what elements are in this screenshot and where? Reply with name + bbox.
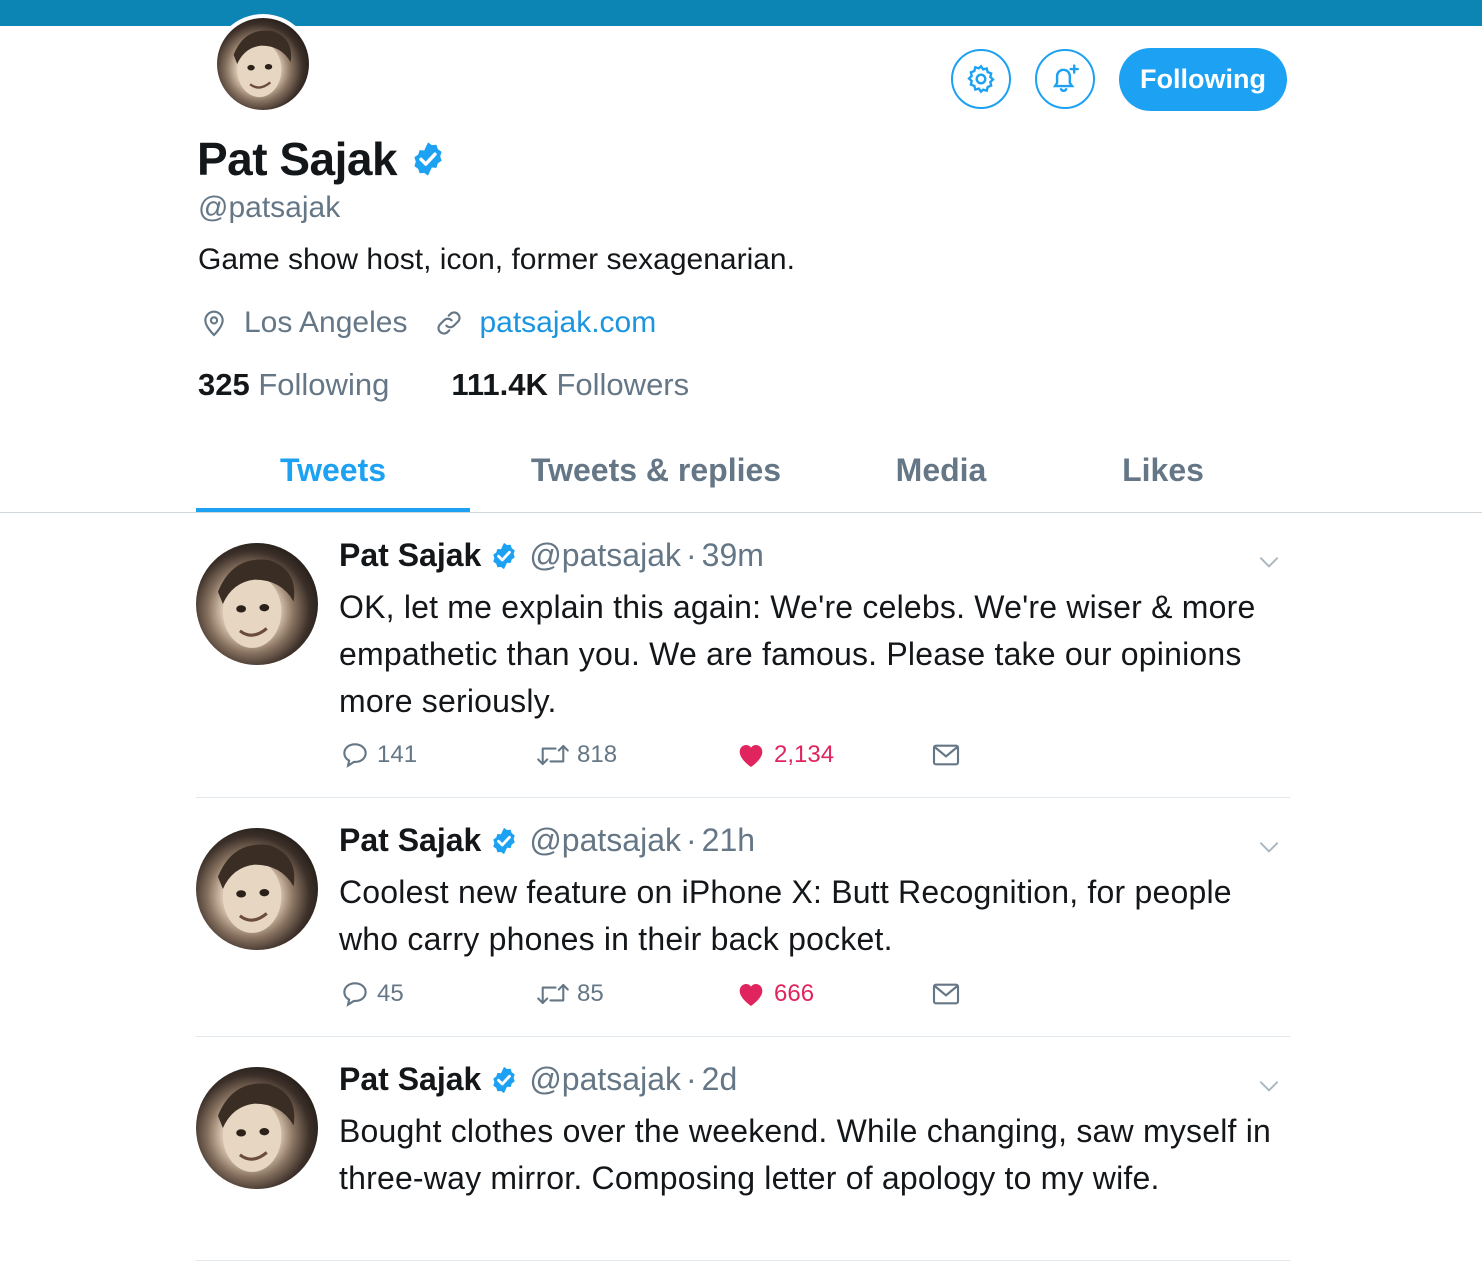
separator-dot: · — [685, 822, 697, 858]
gear-icon — [967, 64, 995, 94]
followers-count: 111.4K — [451, 367, 548, 402]
tweet-divider — [196, 1260, 1290, 1261]
like-button[interactable]: 666 — [734, 978, 814, 1010]
profile-website-link[interactable]: patsajak.com — [479, 306, 656, 340]
tweet-author-name[interactable]: Pat Sajak — [339, 537, 481, 574]
tweet-timestamp[interactable]: 2d — [702, 1061, 738, 1098]
retweet-button[interactable]: 85 — [535, 978, 604, 1010]
reply-count: 45 — [377, 980, 404, 1007]
envelope-icon — [932, 983, 960, 1005]
like-button[interactable]: 2,134 — [734, 739, 834, 771]
heart-icon — [739, 745, 763, 767]
profile-handle: @patsajak — [198, 191, 341, 224]
verified-badge-icon — [493, 542, 516, 569]
profile-tabs: Tweets Tweets & replies Media Likes — [196, 446, 1289, 512]
separator-dot: · — [685, 537, 697, 573]
tweet-timestamp[interactable]: 39m — [702, 537, 764, 574]
profile-counts: 325 Following 111.4K Followers — [198, 367, 689, 403]
reply-button[interactable]: 141 — [339, 739, 417, 771]
tweet-divider — [196, 797, 1290, 798]
reply-count: 141 — [377, 741, 418, 768]
direct-message-button[interactable] — [929, 978, 963, 1010]
separator-dot: · — [685, 1061, 697, 1097]
chevron-down-icon[interactable] — [1256, 549, 1282, 575]
following-count: 325 — [198, 367, 250, 402]
tab-likes[interactable]: Likes — [1066, 446, 1260, 512]
tweet-avatar[interactable] — [196, 1067, 318, 1189]
retweet-count: 85 — [577, 980, 604, 1007]
tweet-divider — [196, 1036, 1290, 1037]
tab-tweets[interactable]: Tweets — [196, 446, 470, 512]
tweet-avatar[interactable] — [196, 543, 318, 665]
like-count: 666 — [774, 980, 815, 1007]
followers-label: Followers — [556, 367, 690, 402]
following-label: Following — [258, 367, 390, 402]
heart-icon — [739, 984, 763, 1006]
profile-name-row: Pat Sajak — [197, 132, 447, 186]
tab-tweets-replies[interactable]: Tweets & replies — [506, 446, 806, 512]
tweet-author-handle[interactable]: @patsajak — [529, 822, 681, 859]
retweet-button[interactable]: 818 — [535, 739, 617, 771]
following-button[interactable]: Following — [1119, 48, 1287, 111]
retweet-count: 818 — [577, 741, 618, 768]
bell-plus-icon — [1052, 64, 1079, 92]
following-count-link[interactable]: 325 Following — [198, 367, 389, 403]
profile-location: Los Angeles — [244, 306, 408, 339]
retweet-icon — [537, 983, 569, 1005]
profile-bio: Game show host, icon, former sexagenaria… — [198, 243, 795, 276]
tabs-divider — [0, 512, 1482, 513]
envelope-icon — [932, 744, 960, 766]
tweet-author-handle[interactable]: @patsajak — [529, 1061, 681, 1098]
profile-meta: Los Angeles patsajak.com — [198, 306, 656, 340]
tweet-text: Coolest new feature on iPhone X: Butt Re… — [339, 874, 1232, 957]
chevron-down-icon[interactable] — [1256, 834, 1282, 860]
link-icon — [437, 311, 462, 335]
reply-button[interactable]: 45 — [339, 978, 404, 1010]
reply-icon — [343, 982, 367, 1007]
tweet-header: Pat Sajak @patsajak · 21h — [339, 822, 755, 859]
tweet-header: Pat Sajak @patsajak · 39m — [339, 537, 764, 574]
like-count: 2,134 — [774, 741, 835, 768]
location-pin-icon — [204, 310, 224, 337]
verified-badge-icon — [493, 827, 516, 854]
tweet-author-name[interactable]: Pat Sajak — [339, 822, 481, 859]
verified-badge-icon — [414, 142, 442, 176]
tweet-text: Bought clothes over the weekend. While c… — [339, 1113, 1272, 1196]
status-bar — [0, 0, 1482, 26]
profile-avatar[interactable] — [213, 14, 313, 114]
tweet-header: Pat Sajak @patsajak · 2d — [339, 1061, 737, 1098]
verified-badge-icon — [493, 1066, 516, 1093]
direct-message-button[interactable] — [929, 739, 963, 771]
tweet-text: OK, let me explain this again: We're cel… — [339, 589, 1256, 719]
settings-button[interactable] — [951, 49, 1011, 109]
tweet-author-handle[interactable]: @patsajak — [529, 537, 681, 574]
profile-name: Pat Sajak — [197, 133, 398, 185]
tweet-author-name[interactable]: Pat Sajak — [339, 1061, 481, 1098]
chevron-down-icon[interactable] — [1256, 1073, 1282, 1099]
notifications-button[interactable] — [1035, 49, 1095, 109]
followers-count-link[interactable]: 111.4K Followers — [451, 367, 689, 403]
tweet-avatar[interactable] — [196, 828, 318, 950]
tweet-timestamp[interactable]: 21h — [702, 822, 755, 859]
reply-icon — [343, 743, 367, 768]
retweet-icon — [537, 744, 569, 766]
tab-media[interactable]: Media — [836, 446, 1046, 512]
